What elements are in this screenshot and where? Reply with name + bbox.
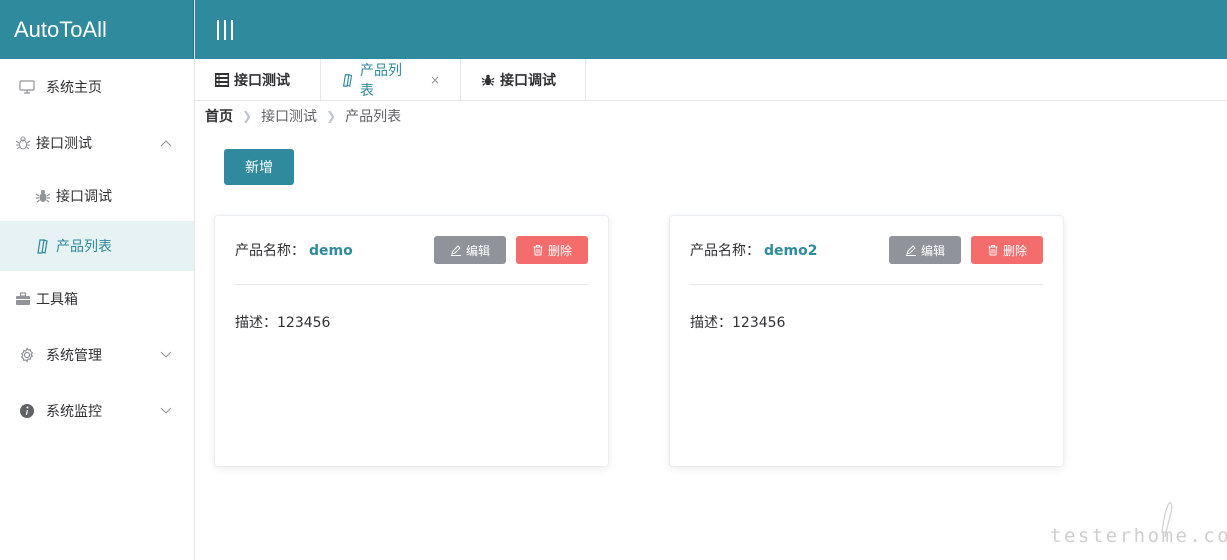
toolbox-icon bbox=[14, 290, 32, 308]
monitor-icon bbox=[18, 78, 36, 96]
product-description: 描述：123456 bbox=[235, 315, 331, 331]
chevron-down-icon bbox=[160, 351, 172, 358]
list-icon bbox=[215, 72, 229, 87]
app-logo[interactable]: AutoToAll bbox=[0, 0, 194, 59]
gear-icon bbox=[18, 346, 36, 364]
top-header bbox=[195, 0, 1227, 59]
tab-api-test[interactable]: 接口测试 bbox=[195, 59, 321, 100]
edit-button[interactable]: 编辑 bbox=[889, 236, 961, 264]
product-name: demo2 bbox=[764, 243, 818, 259]
sidebar-item-label: 系统监控 bbox=[46, 404, 102, 420]
close-icon[interactable]: × bbox=[430, 73, 440, 87]
product-icon bbox=[341, 73, 355, 87]
watermark-text: testerhome.com bbox=[1050, 525, 1227, 547]
delete-button[interactable]: 删除 bbox=[971, 236, 1043, 264]
sidebar-item-home[interactable]: 系统主页 bbox=[0, 59, 194, 115]
bug-icon bbox=[481, 73, 495, 87]
delete-label: 删除 bbox=[547, 243, 572, 258]
chevron-up-icon bbox=[160, 140, 172, 147]
app-root: AutoToAll 系统主页 接口测试 接口调试 产品列表 工具箱 系统管理 系… bbox=[0, 0, 1227, 560]
tab-product-list[interactable]: 产品列表 × bbox=[321, 59, 461, 100]
edit-label: 编辑 bbox=[465, 243, 490, 258]
tab-label: 接口测试 bbox=[234, 72, 290, 89]
edit-icon bbox=[450, 244, 462, 256]
bug-icon bbox=[34, 187, 52, 205]
sidebar-menu: 系统主页 接口测试 接口调试 产品列表 工具箱 系统管理 系统监控 bbox=[0, 59, 194, 439]
watermark-logo: testerhome.com bbox=[1050, 502, 1227, 547]
chevron-down-icon bbox=[160, 407, 172, 414]
collapse-menu-icon[interactable] bbox=[217, 20, 233, 40]
sidebar-item-api-debug[interactable]: 接口调试 bbox=[0, 171, 194, 221]
card-header: 产品名称： demo2 编辑 删除 bbox=[690, 216, 1043, 285]
chevron-right-icon: ❯ bbox=[242, 109, 253, 123]
info-icon bbox=[18, 402, 36, 420]
tabs-bar: 接口测试 产品列表 × 接口调试 bbox=[195, 59, 1227, 101]
sidebar-item-label: 系统主页 bbox=[46, 80, 102, 96]
product-title: 产品名称： demo2 bbox=[690, 240, 817, 260]
trash-icon bbox=[532, 244, 544, 256]
sidebar-item-system-admin[interactable]: 系统管理 bbox=[0, 327, 194, 383]
bug-icon bbox=[14, 134, 32, 152]
tab-label: 产品列表 bbox=[360, 62, 402, 99]
sidebar-item-toolbox[interactable]: 工具箱 bbox=[0, 271, 194, 327]
trash-icon bbox=[987, 244, 999, 256]
edit-icon bbox=[905, 244, 917, 256]
delete-label: 删除 bbox=[1002, 243, 1027, 258]
breadcrumb-home[interactable]: 首页 bbox=[205, 106, 233, 126]
sidebar-item-label: 接口调试 bbox=[56, 189, 112, 205]
sidebar-item-system-monitor[interactable]: 系统监控 bbox=[0, 383, 194, 439]
product-card: 产品名称： demo 编辑 删除 描述：123456 bbox=[214, 215, 609, 467]
tab-api-debug[interactable]: 接口调试 bbox=[461, 59, 586, 100]
sidebar-item-label: 系统管理 bbox=[46, 348, 102, 364]
edit-label: 编辑 bbox=[920, 243, 945, 258]
add-product-button[interactable]: 新增 bbox=[224, 149, 294, 185]
product-name-label: 产品名称： bbox=[690, 243, 760, 259]
sidebar-item-label: 接口测试 bbox=[36, 136, 92, 152]
chevron-right-icon: ❯ bbox=[326, 109, 337, 123]
sidebar-item-label: 工具箱 bbox=[36, 292, 78, 308]
product-description: 描述：123456 bbox=[690, 315, 786, 331]
product-title: 产品名称： demo bbox=[235, 240, 353, 260]
product-card: 产品名称： demo2 编辑 删除 描述：123456 bbox=[669, 215, 1064, 467]
delete-button[interactable]: 删除 bbox=[516, 236, 588, 264]
sidebar: AutoToAll 系统主页 接口测试 接口调试 产品列表 工具箱 系统管理 系… bbox=[0, 0, 195, 560]
breadcrumb-item: 产品列表 bbox=[345, 109, 402, 125]
sidebar-item-api-test[interactable]: 接口测试 bbox=[0, 115, 194, 171]
sidebar-item-product-list[interactable]: 产品列表 bbox=[0, 221, 194, 271]
tab-label: 接口调试 bbox=[500, 72, 556, 89]
product-icon bbox=[34, 237, 52, 255]
product-name: demo bbox=[309, 243, 353, 259]
breadcrumb: 首页 ❯ 接口测试 ❯ 产品列表 bbox=[205, 106, 401, 126]
sidebar-item-label: 产品列表 bbox=[56, 239, 112, 255]
breadcrumb-item: 接口测试 bbox=[261, 109, 318, 125]
edit-button[interactable]: 编辑 bbox=[434, 236, 506, 264]
product-name-label: 产品名称： bbox=[235, 243, 305, 259]
card-header: 产品名称： demo 编辑 删除 bbox=[235, 216, 588, 285]
